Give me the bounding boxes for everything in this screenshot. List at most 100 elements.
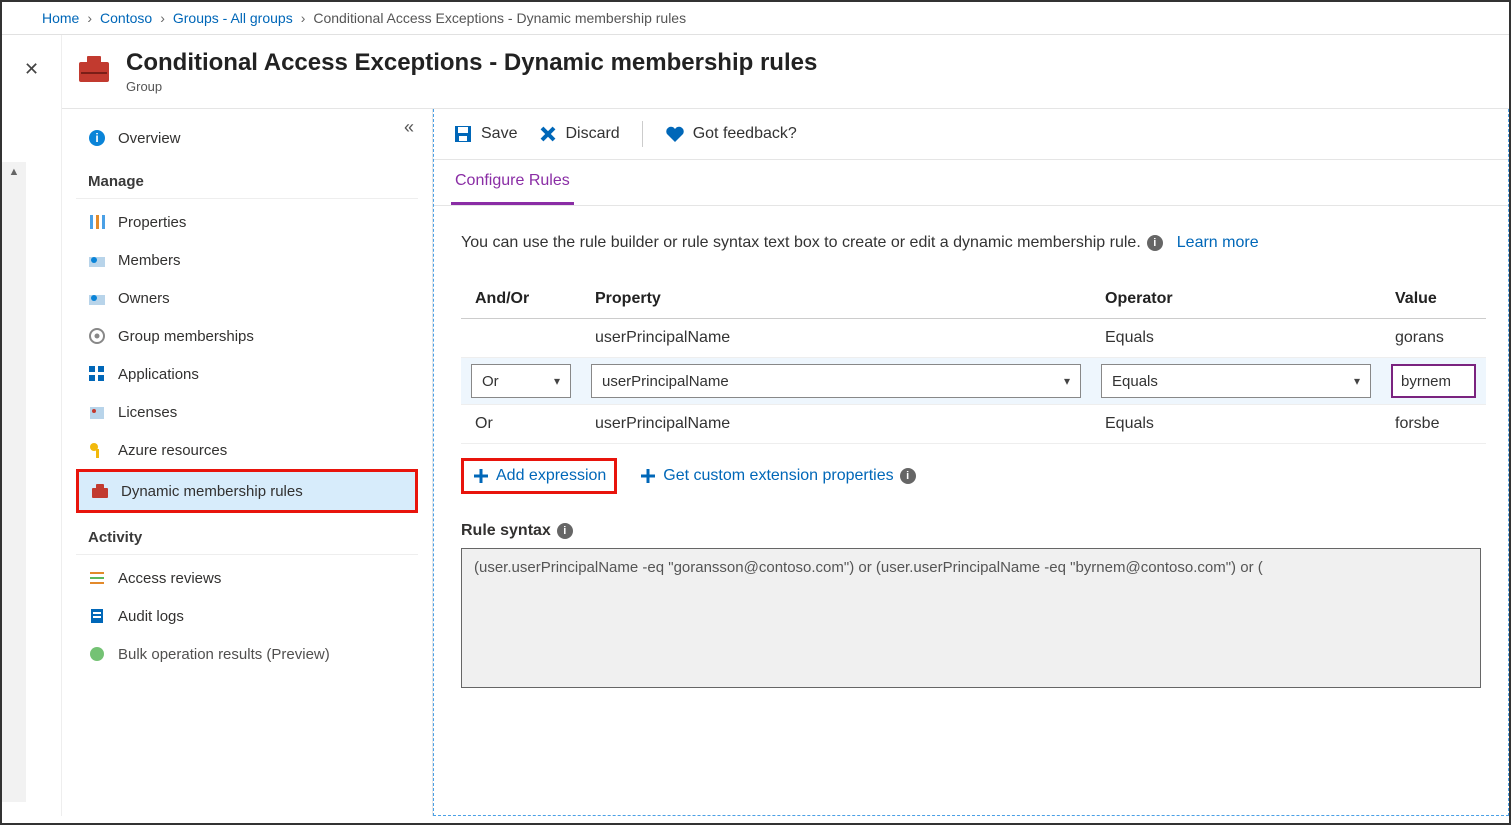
close-blade-button[interactable]: ✕	[2, 59, 61, 80]
page-subtitle: Group	[126, 79, 817, 94]
bulk-icon	[86, 644, 108, 664]
gear-icon	[86, 326, 108, 346]
collapse-sidebar-button[interactable]: «	[404, 117, 414, 138]
svg-text:i: i	[95, 131, 98, 145]
sidebar-section-activity: Activity	[76, 513, 418, 555]
sidebar-item-group-memberships[interactable]: Group memberships	[76, 317, 418, 355]
rule-row-active[interactable]: Or ▾ userPrincipalName ▾	[461, 358, 1486, 405]
plus-icon	[472, 467, 490, 485]
sidebar-item-overview[interactable]: i Overview	[76, 119, 418, 157]
sidebar-item-label: Bulk operation results (Preview)	[118, 646, 330, 663]
sidebar-item-label: Applications	[118, 366, 199, 383]
get-custom-properties-button[interactable]: Get custom extension properties i	[631, 461, 923, 491]
property-value: userPrincipalName	[602, 373, 729, 390]
heart-icon	[665, 125, 685, 143]
cell-operator: Equals	[1091, 405, 1381, 444]
sidebar-item-label: Group memberships	[118, 328, 254, 345]
cell-value: gorans	[1381, 319, 1486, 358]
add-expression-button[interactable]: Add expression	[461, 458, 617, 494]
breadcrumb-sep: ›	[160, 10, 165, 26]
license-icon	[86, 402, 108, 422]
info-icon: i	[86, 128, 108, 148]
operator-value: Equals	[1112, 373, 1158, 390]
learn-more-link[interactable]: Learn more	[1177, 234, 1259, 252]
sidebar-item-label: Access reviews	[118, 570, 221, 587]
plus-icon	[639, 467, 657, 485]
apps-icon	[86, 364, 108, 384]
logs-icon	[86, 606, 108, 626]
operator-dropdown[interactable]: Equals ▾	[1101, 364, 1371, 398]
discard-icon	[539, 125, 557, 143]
breadcrumb-current: Conditional Access Exceptions - Dynamic …	[313, 10, 686, 26]
breadcrumb-sep: ›	[87, 10, 92, 26]
cell-andor: Or	[461, 405, 581, 444]
toolbar-divider	[642, 121, 643, 147]
scroll-up-icon[interactable]: ▲	[2, 162, 26, 182]
breadcrumb-groups[interactable]: Groups - All groups	[173, 10, 293, 26]
col-operator: Operator	[1091, 280, 1381, 319]
rule-syntax-textbox[interactable]: (user.userPrincipalName -eq "goransson@c…	[461, 548, 1481, 688]
sidebar-item-label: Licenses	[118, 404, 177, 421]
chevron-down-icon: ▾	[554, 374, 560, 388]
save-button[interactable]: Save	[453, 124, 517, 144]
cell-andor	[461, 319, 581, 358]
info-icon[interactable]: i	[900, 468, 916, 484]
group-icon	[74, 49, 114, 89]
rule-row[interactable]: Or userPrincipalName Equals forsbe	[461, 405, 1486, 444]
sliders-icon	[86, 212, 108, 232]
col-andor: And/Or	[461, 280, 581, 319]
detail-pane: Save Discard Got feedback? Co	[432, 109, 1509, 816]
sidebar-item-label: Members	[118, 252, 181, 269]
discard-button[interactable]: Discard	[539, 125, 619, 143]
andor-value: Or	[482, 373, 499, 390]
rules-table: And/Or Property Operator Value userPrinc…	[461, 280, 1486, 444]
sidebar-item-azure-resources[interactable]: Azure resources	[76, 431, 418, 469]
info-icon[interactable]: i	[557, 523, 573, 539]
sidebar-item-audit-logs[interactable]: Audit logs	[76, 597, 418, 635]
sidebar-item-licenses[interactable]: Licenses	[76, 393, 418, 431]
intro-text: You can use the rule builder or rule syn…	[461, 234, 1509, 252]
tab-configure-rules[interactable]: Configure Rules	[451, 160, 574, 205]
breadcrumb-sep: ›	[301, 10, 306, 26]
sidebar-item-applications[interactable]: Applications	[76, 355, 418, 393]
scrollbar[interactable]: ▲	[2, 162, 26, 802]
chevron-down-icon: ▾	[1354, 374, 1360, 388]
chevron-down-icon: ▾	[1064, 374, 1070, 388]
sidebar-item-dynamic-membership-rules[interactable]: Dynamic membership rules	[76, 469, 418, 513]
get-custom-label: Get custom extension properties	[663, 467, 893, 485]
cell-value: forsbe	[1381, 405, 1486, 444]
value-input[interactable]: byrnem	[1391, 364, 1476, 398]
cell-operator: Equals	[1091, 319, 1381, 358]
page-title: Conditional Access Exceptions - Dynamic …	[126, 49, 817, 77]
discard-label: Discard	[565, 125, 619, 143]
cell-property: userPrincipalName	[581, 319, 1091, 358]
save-icon	[453, 124, 473, 144]
breadcrumb-tenant[interactable]: Contoso	[100, 10, 152, 26]
sidebar-item-members[interactable]: Members	[76, 241, 418, 279]
cell-property: userPrincipalName	[581, 405, 1091, 444]
sidebar-item-label: Properties	[118, 214, 186, 231]
sidebar-item-label: Azure resources	[118, 442, 227, 459]
sidebar-section-manage: Manage	[76, 157, 418, 199]
sidebar-item-owners[interactable]: Owners	[76, 279, 418, 317]
add-expression-label: Add expression	[496, 467, 606, 485]
members-icon	[86, 250, 108, 270]
sidebar-item-label: Dynamic membership rules	[121, 483, 303, 500]
rule-row[interactable]: userPrincipalName Equals gorans	[461, 319, 1486, 358]
info-icon[interactable]: i	[1147, 235, 1163, 251]
feedback-button[interactable]: Got feedback?	[665, 125, 797, 143]
sidebar-item-label: Audit logs	[118, 608, 184, 625]
breadcrumb-home[interactable]: Home	[42, 10, 79, 26]
page-header: Conditional Access Exceptions - Dynamic …	[62, 35, 1509, 109]
property-dropdown[interactable]: userPrincipalName ▾	[591, 364, 1081, 398]
toolbox-icon	[89, 481, 111, 501]
andor-dropdown[interactable]: Or ▾	[471, 364, 571, 398]
sidebar-item-bulk-operations[interactable]: Bulk operation results (Preview)	[76, 635, 418, 673]
col-value: Value	[1381, 280, 1486, 319]
feedback-label: Got feedback?	[693, 125, 797, 143]
owners-icon	[86, 288, 108, 308]
breadcrumb: Home › Contoso › Groups - All groups › C…	[2, 2, 1509, 35]
sidebar-item-properties[interactable]: Properties	[76, 203, 418, 241]
sidebar-item-access-reviews[interactable]: Access reviews	[76, 559, 418, 597]
sidebar-item-label: Overview	[118, 130, 181, 147]
